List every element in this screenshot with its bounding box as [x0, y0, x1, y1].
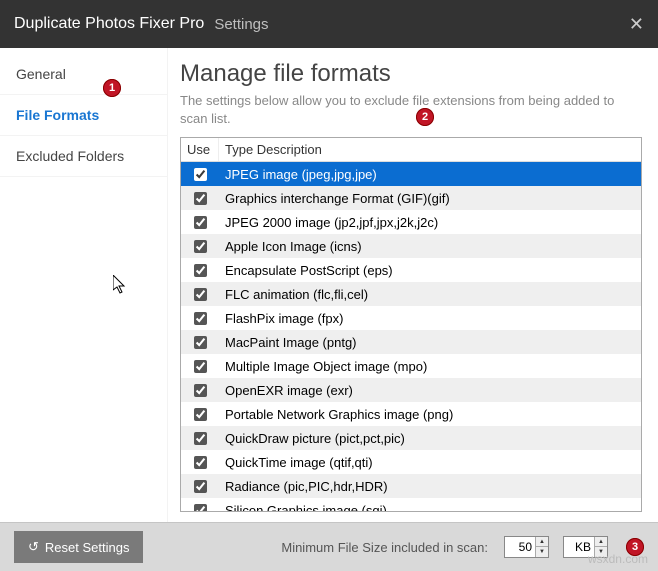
title-bar: Duplicate Photos Fixer Pro Settings ✕ — [0, 0, 658, 48]
use-checkbox[interactable] — [194, 384, 207, 397]
format-row[interactable]: Silicon Graphics image (sgi) — [181, 498, 641, 511]
format-row[interactable]: Apple Icon Image (icns) — [181, 234, 641, 258]
reset-label: Reset Settings — [45, 540, 130, 555]
format-description: Multiple Image Object image (mpo) — [219, 359, 641, 374]
format-row[interactable]: QuickTime image (qtif,qti) — [181, 450, 641, 474]
format-description: QuickDraw picture (pict,pct,pic) — [219, 431, 641, 446]
format-description: OpenEXR image (exr) — [219, 383, 641, 398]
annotation-marker-2: 2 — [416, 108, 434, 126]
format-row[interactable]: OpenEXR image (exr) — [181, 378, 641, 402]
sidebar: General File Formats 1 Excluded Folders — [0, 48, 168, 522]
reset-settings-button[interactable]: ↺ Reset Settings — [14, 531, 143, 563]
format-description: FlashPix image (fpx) — [219, 311, 641, 326]
format-row[interactable]: Radiance (pic,PIC,hdr,HDR) — [181, 474, 641, 498]
sidebar-item-file-formats[interactable]: File Formats 1 — [0, 95, 167, 136]
use-checkbox[interactable] — [194, 504, 207, 511]
use-checkbox[interactable] — [194, 216, 207, 229]
app-title: Duplicate Photos Fixer Pro — [14, 15, 204, 33]
sidebar-item-excluded-folders[interactable]: Excluded Folders — [0, 136, 167, 177]
use-checkbox[interactable] — [194, 456, 207, 469]
reset-icon: ↺ — [28, 539, 39, 555]
format-row[interactable]: FLC animation (flc,fli,cel) — [181, 282, 641, 306]
format-description: Apple Icon Image (icns) — [219, 239, 641, 254]
main-panel: Manage file formats The settings below a… — [168, 48, 658, 522]
watermark: wsxdn.com — [588, 552, 648, 566]
use-checkbox[interactable] — [194, 168, 207, 181]
format-description: JPEG image (jpeg,jpg,jpe) — [219, 167, 641, 182]
use-checkbox[interactable] — [194, 480, 207, 493]
use-checkbox[interactable] — [194, 264, 207, 277]
formats-grid: Use Type Description JPEG image (jpeg,jp… — [180, 137, 642, 512]
format-description: Encapsulate PostScript (eps) — [219, 263, 641, 278]
close-icon[interactable]: ✕ — [629, 14, 644, 35]
sidebar-item-label: File Formats — [16, 107, 99, 123]
use-checkbox[interactable] — [194, 312, 207, 325]
page-description: The settings below allow you to exclude … — [180, 92, 642, 127]
format-row[interactable]: Encapsulate PostScript (eps) — [181, 258, 641, 282]
format-row[interactable]: JPEG image (jpeg,jpg,jpe) — [181, 162, 641, 186]
format-row[interactable]: Graphics interchange Format (GIF)(gif) — [181, 186, 641, 210]
sidebar-item-label: Excluded Folders — [16, 148, 124, 164]
size-up-icon[interactable]: ▲ — [536, 537, 548, 547]
grid-header: Use Type Description — [181, 138, 641, 162]
use-checkbox[interactable] — [194, 288, 207, 301]
size-down-icon[interactable]: ▼ — [536, 547, 548, 557]
format-row[interactable]: Portable Network Graphics image (png) — [181, 402, 641, 426]
min-filesize-value-spinner[interactable]: ▲ ▼ — [504, 536, 549, 558]
format-description: Radiance (pic,PIC,hdr,HDR) — [219, 479, 641, 494]
use-checkbox[interactable] — [194, 360, 207, 373]
use-checkbox[interactable] — [194, 408, 207, 421]
window-subtitle: Settings — [214, 16, 268, 33]
grid-body[interactable]: JPEG image (jpeg,jpg,jpe) Graphics interc… — [181, 162, 641, 511]
format-row[interactable]: QuickDraw picture (pict,pct,pic) — [181, 426, 641, 450]
format-row[interactable]: FlashPix image (fpx) — [181, 306, 641, 330]
use-checkbox[interactable] — [194, 432, 207, 445]
format-row[interactable]: Multiple Image Object image (mpo) — [181, 354, 641, 378]
col-header-type-description[interactable]: Type Description — [219, 138, 641, 161]
format-description: FLC animation (flc,fli,cel) — [219, 287, 641, 302]
col-header-use[interactable]: Use — [181, 138, 219, 161]
format-description: Portable Network Graphics image (png) — [219, 407, 641, 422]
format-description: Silicon Graphics image (sgi) — [219, 503, 641, 511]
unit-up-icon[interactable]: ▲ — [595, 537, 607, 547]
sidebar-item-label: General — [16, 66, 66, 82]
sidebar-item-general[interactable]: General — [0, 54, 167, 95]
use-checkbox[interactable] — [194, 336, 207, 349]
format-description: JPEG 2000 image (jp2,jpf,jpx,j2k,j2c) — [219, 215, 641, 230]
format-description: Graphics interchange Format (GIF)(gif) — [219, 191, 641, 206]
format-row[interactable]: MacPaint Image (pntg) — [181, 330, 641, 354]
min-filesize-label: Minimum File Size included in scan: — [281, 540, 488, 555]
min-filesize-input[interactable] — [505, 537, 535, 557]
format-row[interactable]: JPEG 2000 image (jp2,jpf,jpx,j2k,j2c) — [181, 210, 641, 234]
format-description: MacPaint Image (pntg) — [219, 335, 641, 350]
format-description: QuickTime image (qtif,qti) — [219, 455, 641, 470]
use-checkbox[interactable] — [194, 192, 207, 205]
annotation-marker-1: 1 — [103, 79, 121, 97]
use-checkbox[interactable] — [194, 240, 207, 253]
footer-bar: ↺ Reset Settings Minimum File Size inclu… — [0, 522, 658, 571]
page-heading: Manage file formats — [180, 60, 642, 88]
